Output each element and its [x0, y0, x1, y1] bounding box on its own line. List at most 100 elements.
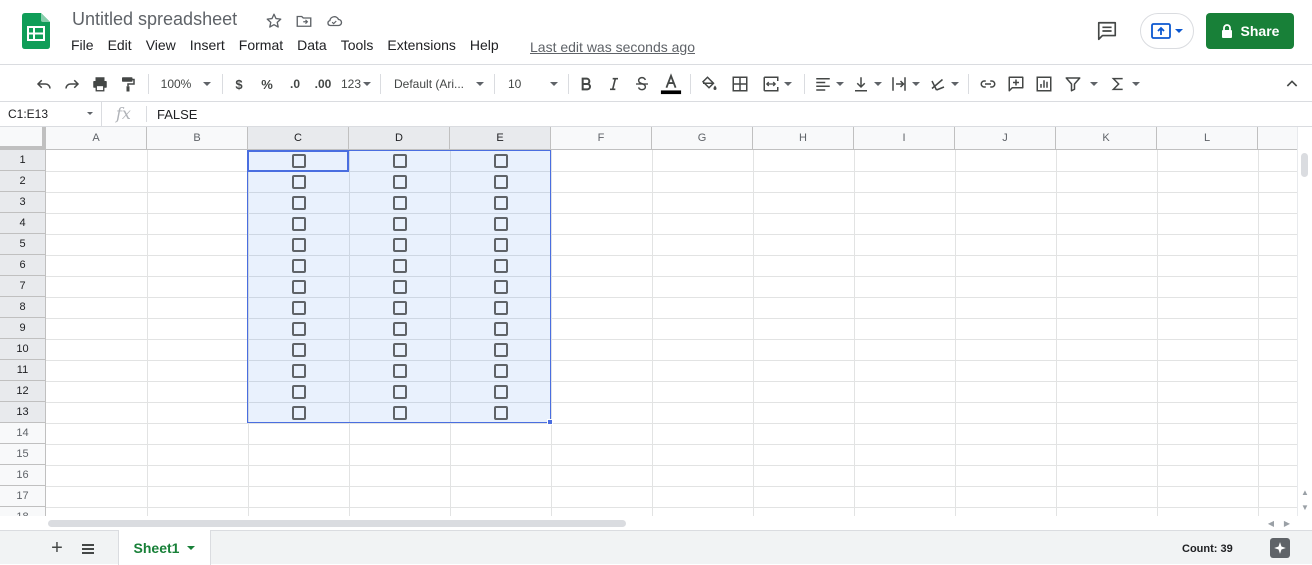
sheet-tab-sheet1[interactable]: Sheet1: [118, 530, 211, 565]
checkbox[interactable]: [393, 406, 407, 420]
checkbox[interactable]: [292, 175, 306, 189]
checkbox[interactable]: [494, 322, 508, 336]
row-header[interactable]: 11: [0, 360, 46, 381]
row-header[interactable]: 2: [0, 171, 46, 192]
fill-color-button[interactable]: [696, 71, 722, 97]
checkbox[interactable]: [393, 217, 407, 231]
hide-menus-button[interactable]: [1280, 71, 1304, 97]
checkbox[interactable]: [292, 343, 306, 357]
currency-format-button[interactable]: $: [228, 71, 250, 97]
checkbox[interactable]: [494, 343, 508, 357]
strikethrough-button[interactable]: [630, 71, 654, 97]
menu-edit[interactable]: Edit: [101, 37, 139, 53]
column-header[interactable]: [1258, 127, 1297, 150]
all-sheets-button[interactable]: [77, 538, 99, 560]
selection-count[interactable]: Count: 39: [1182, 543, 1233, 555]
checkbox[interactable]: [494, 280, 508, 294]
add-sheet-button[interactable]: +: [46, 537, 68, 559]
checkbox[interactable]: [292, 406, 306, 420]
row-header[interactable]: 14: [0, 423, 46, 444]
row-header[interactable]: 1: [0, 150, 46, 171]
comment-history-button[interactable]: [1093, 17, 1121, 45]
checkbox[interactable]: [494, 238, 508, 252]
scroll-left-arrow-icon[interactable]: ◀: [1266, 519, 1276, 529]
checkbox[interactable]: [292, 364, 306, 378]
menu-view[interactable]: View: [139, 37, 183, 53]
row-header[interactable]: 6: [0, 255, 46, 276]
column-header[interactable]: L: [1157, 127, 1258, 150]
row-header[interactable]: 13: [0, 402, 46, 423]
column-header[interactable]: C: [248, 127, 349, 150]
column-header[interactable]: K: [1056, 127, 1157, 150]
fill-handle[interactable]: [547, 419, 553, 425]
checkbox[interactable]: [292, 196, 306, 210]
text-rotation-button[interactable]: [926, 71, 962, 97]
column-header[interactable]: H: [753, 127, 854, 150]
undo-button[interactable]: [32, 71, 56, 97]
checkbox[interactable]: [292, 322, 306, 336]
row-header[interactable]: 4: [0, 213, 46, 234]
checkbox[interactable]: [393, 196, 407, 210]
row-header[interactable]: 7: [0, 276, 46, 297]
functions-button[interactable]: [1108, 71, 1142, 97]
row-header[interactable]: 5: [0, 234, 46, 255]
formula-input[interactable]: FALSE: [157, 107, 197, 122]
share-button[interactable]: Share: [1206, 13, 1294, 49]
checkbox[interactable]: [494, 259, 508, 273]
column-header[interactable]: F: [551, 127, 652, 150]
more-formats-button[interactable]: 123: [338, 71, 374, 97]
checkbox[interactable]: [393, 259, 407, 273]
checkbox[interactable]: [494, 175, 508, 189]
sheets-logo-icon[interactable]: [22, 13, 50, 49]
insert-link-button[interactable]: [976, 71, 1000, 97]
redo-button[interactable]: [60, 71, 84, 97]
explore-button[interactable]: [1270, 538, 1290, 558]
row-header[interactable]: 18: [0, 507, 46, 516]
name-box[interactable]: C1:E13: [0, 102, 102, 126]
menu-tools[interactable]: Tools: [334, 37, 381, 53]
checkbox[interactable]: [393, 385, 407, 399]
checkbox[interactable]: [494, 301, 508, 315]
present-button[interactable]: [1140, 13, 1194, 49]
last-edit-link[interactable]: Last edit was seconds ago: [530, 39, 695, 55]
checkbox[interactable]: [393, 175, 407, 189]
checkbox[interactable]: [494, 196, 508, 210]
row-header[interactable]: 12: [0, 381, 46, 402]
checkbox[interactable]: [494, 154, 508, 168]
checkbox[interactable]: [393, 238, 407, 252]
zoom-select[interactable]: 100%: [156, 71, 216, 97]
print-button[interactable]: [88, 71, 112, 97]
checkbox[interactable]: [494, 385, 508, 399]
spreadsheet-grid[interactable]: 123456789101112131415161718ABCDEFGHIJKL: [0, 127, 1297, 516]
column-header[interactable]: A: [46, 127, 147, 150]
row-header[interactable]: 15: [0, 444, 46, 465]
column-header[interactable]: E: [450, 127, 551, 150]
paint-format-button[interactable]: [116, 71, 140, 97]
checkbox[interactable]: [393, 322, 407, 336]
vertical-scrollbar[interactable]: [1297, 127, 1312, 516]
checkbox[interactable]: [292, 217, 306, 231]
checkbox[interactable]: [292, 301, 306, 315]
checkbox[interactable]: [292, 385, 306, 399]
checkbox[interactable]: [393, 301, 407, 315]
decrease-decimal-button[interactable]: .0: [282, 71, 308, 97]
scroll-down-arrow-icon[interactable]: ▼: [1300, 503, 1310, 513]
font-size-select[interactable]: 10: [504, 71, 562, 97]
menu-format[interactable]: Format: [232, 37, 290, 53]
checkbox[interactable]: [393, 154, 407, 168]
percent-format-button[interactable]: %: [256, 71, 278, 97]
vertical-scroll-thumb[interactable]: [1301, 153, 1308, 177]
checkbox[interactable]: [494, 217, 508, 231]
checkbox[interactable]: [292, 259, 306, 273]
row-header[interactable]: 16: [0, 465, 46, 486]
row-header[interactable]: 8: [0, 297, 46, 318]
checkbox[interactable]: [494, 406, 508, 420]
checkbox[interactable]: [292, 280, 306, 294]
checkbox[interactable]: [393, 364, 407, 378]
column-header[interactable]: G: [652, 127, 753, 150]
menu-file[interactable]: File: [64, 37, 101, 53]
menu-extensions[interactable]: Extensions: [380, 37, 462, 53]
font-select[interactable]: Default (Ari...: [390, 71, 488, 97]
create-filter-button[interactable]: [1060, 71, 1102, 97]
row-header[interactable]: 3: [0, 192, 46, 213]
